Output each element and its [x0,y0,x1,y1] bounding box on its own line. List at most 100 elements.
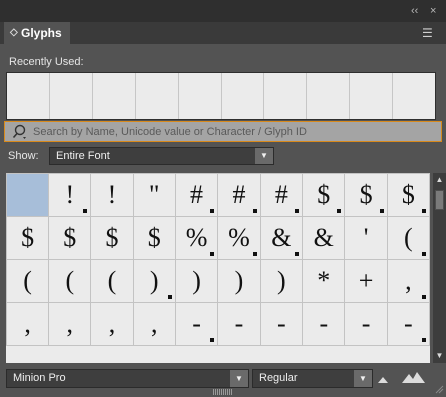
glyph-cell[interactable]: ) [132,259,176,303]
glyph-cell[interactable]: - [302,302,346,346]
recent-glyph-cell[interactable] [307,73,351,119]
glyph-cell[interactable]: ) [259,259,304,303]
glyph-cell[interactable]: # [174,173,219,217]
resize-corner-icon[interactable] [434,384,444,394]
close-icon[interactable]: × [430,5,436,17]
font-style-value: Regular [259,372,298,384]
glyph-cell[interactable]: , [90,302,134,346]
glyph-char: ( [107,266,117,295]
scroll-thumb[interactable] [435,190,444,210]
glyph-cell[interactable]: - [217,302,261,346]
glyph-cell[interactable]: % [217,216,261,260]
alternates-marker-icon [422,209,426,213]
glyph-cell[interactable] [6,173,50,217]
glyph-char: , [66,309,74,338]
panel-menu-icon[interactable]: ☰ [422,27,440,39]
glyph-char: + [358,266,374,295]
recent-glyph-cell[interactable] [7,73,50,119]
glyph-cell[interactable]: ( [48,259,92,303]
glyph-char: ( [65,266,75,295]
show-label: Show: [8,150,39,162]
glyph-cell[interactable]: ( [6,259,50,303]
tab-label: Glyphs [21,26,62,40]
glyph-char: $ [147,223,161,252]
recent-glyph-cell[interactable] [350,73,394,119]
glyph-char: % [185,223,208,252]
glyph-cell[interactable]: ( [90,259,134,303]
glyph-cell[interactable]: ! [90,173,134,217]
glyph-cell[interactable]: , [386,259,430,303]
glyph-char: ( [23,266,32,295]
glyph-cell[interactable]: - [386,302,430,346]
alternates-marker-icon [422,295,426,299]
font-style-dropdown[interactable]: Regular ▼ [252,369,373,388]
font-family-dropdown[interactable]: Minion Pro ▼ [6,369,249,388]
glyph-cell[interactable]: ( [386,216,430,260]
zoom-in-large-mountains-icon[interactable] [400,368,426,386]
recent-glyph-cell[interactable] [93,73,136,119]
glyph-cell[interactable]: ) [174,259,219,303]
glyph-cell[interactable]: & [302,216,346,260]
recently-used-label: Recently Used: [9,56,84,68]
glyph-cell[interactable]: # [259,173,304,217]
glyph-char: ) [192,266,201,295]
glyph-char: , [150,309,158,338]
scroll-up-icon[interactable]: ▲ [433,173,446,187]
glyph-cell[interactable]: , [6,302,50,346]
glyph-cell[interactable]: $ [386,173,430,217]
glyph-cell[interactable]: " [132,173,176,217]
glyph-char: ) [149,266,159,295]
glyph-row: !! " # # # $ $ $ [6,173,430,217]
glyph-cell[interactable]: - [259,302,304,346]
recent-glyph-cell[interactable] [50,73,93,119]
font-family-value: Minion Pro [13,372,66,384]
glyph-cell[interactable]: % [174,216,219,260]
resize-grip[interactable] [213,389,233,395]
glyph-char: , [108,309,116,338]
recent-glyph-cell[interactable] [264,73,308,119]
glyph-cell[interactable]: $ [132,216,176,260]
recent-glyph-cell[interactable] [222,73,265,119]
glyph-cell[interactable]: * [302,259,346,303]
glyph-char: $ [105,223,119,252]
glyphs-panel: ‹‹ × ◇ Glyphs ☰ Recently Used: Show: Ent… [0,0,446,397]
glyph-cell[interactable]: # [217,173,261,217]
glyph-char: & [271,223,292,252]
zoom-out-small-mountains-icon[interactable] [373,370,393,386]
recent-glyph-cell[interactable] [136,73,179,119]
show-dropdown-value: Entire Font [56,150,110,162]
glyph-cell[interactable]: $ [6,216,50,260]
glyph-cell[interactable]: + [344,259,388,303]
scroll-down-icon[interactable]: ▼ [433,349,446,363]
search-input[interactable] [33,122,433,141]
tab-glyphs[interactable]: ◇ Glyphs [4,22,70,44]
glyph-cell[interactable]: & [259,216,304,260]
glyph-char: - [319,309,329,338]
vertical-scrollbar[interactable]: ▲ ▼ [433,173,446,363]
alternates-marker-icon [210,338,215,342]
show-dropdown[interactable]: Entire Font ▼ [49,147,274,165]
glyph-cell[interactable]: - [174,302,219,346]
glyph-cell[interactable]: , [132,302,176,346]
recent-glyph-cell[interactable] [393,73,435,119]
glyph-cell[interactable]: $ [302,173,346,217]
glyph-row: ,,,, - - - - - - [6,302,430,346]
glyph-cell[interactable]: ) [217,259,261,303]
glyph-char: ) [234,266,244,295]
glyph-cell[interactable]: - [344,302,388,346]
alternates-marker-icon [337,209,342,213]
alternates-marker-icon [167,295,172,299]
glyph-cell[interactable]: $ [344,173,388,217]
chevron-down-icon: ▼ [255,148,273,164]
collapse-icon[interactable]: ‹‹ [411,5,418,17]
search-field[interactable] [4,121,442,142]
glyph-table: !! " # # # $ $ $ $ $ $ $%% & & '(((()))) * +,,,,, - - - - - - [6,173,430,346]
glyph-cell[interactable]: $ [90,216,134,260]
glyph-cell[interactable]: ! [48,173,92,217]
glyph-cell[interactable]: ' [344,216,388,260]
glyph-cell[interactable]: $ [48,216,92,260]
glyph-char: ' [363,223,369,252]
alternates-marker-icon [379,209,384,213]
glyph-cell[interactable]: , [48,302,92,346]
recent-glyph-cell[interactable] [179,73,222,119]
